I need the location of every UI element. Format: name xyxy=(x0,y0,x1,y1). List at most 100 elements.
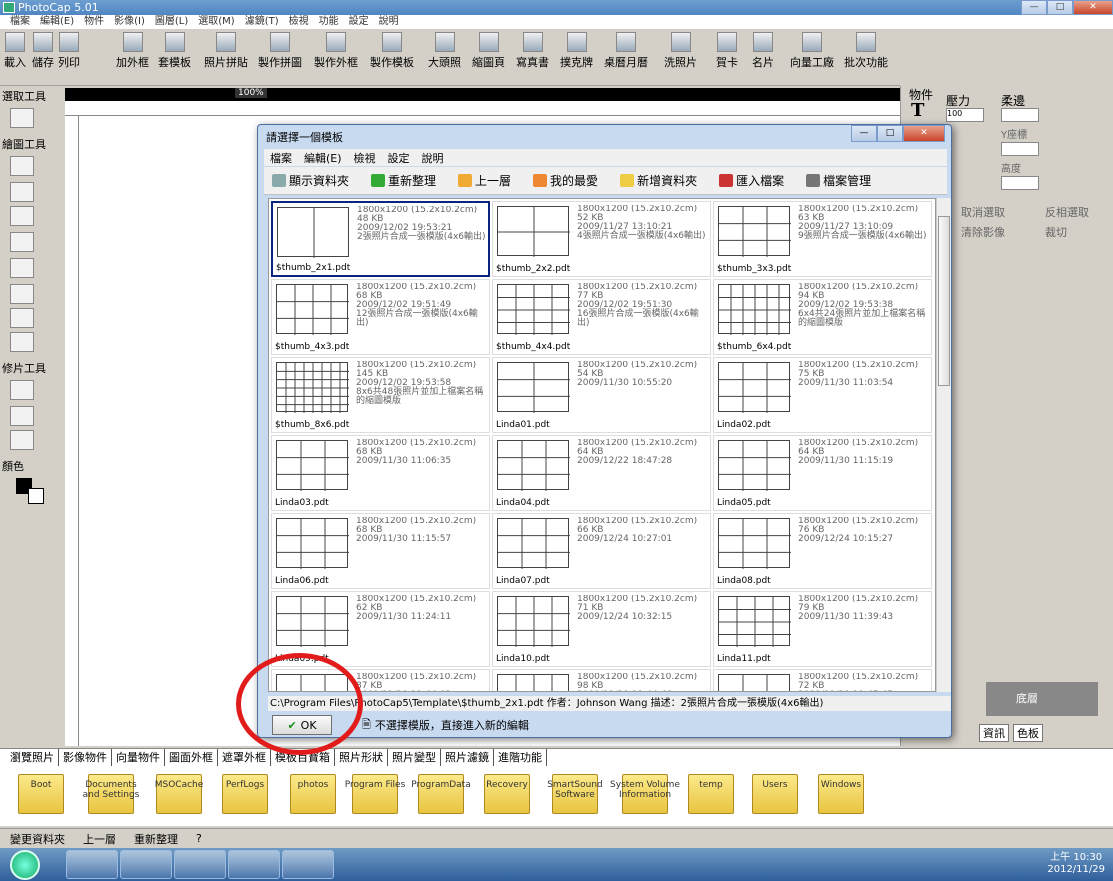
apply-template-button[interactable]: 套模板 xyxy=(158,32,191,70)
taskbar-app[interactable] xyxy=(120,850,172,879)
redeye-tool[interactable] xyxy=(10,380,34,400)
clear-image-button[interactable]: 清除影像 xyxy=(961,224,1005,240)
import-file-button[interactable]: 匯入檔案 xyxy=(719,172,784,189)
tab-advanced[interactable]: 進階功能 xyxy=(498,749,547,766)
pressure-input[interactable]: 100 xyxy=(946,108,984,122)
print-button[interactable]: 列印 xyxy=(58,32,80,70)
taskbar-photocap[interactable] xyxy=(228,850,280,879)
smudge-tool[interactable] xyxy=(10,406,34,426)
template-thumbnail[interactable]: 1800x1200 (15.2x10.2cm) 68 KB 2009/11/30 1… xyxy=(271,435,490,511)
dialog-menu-view[interactable]: 檢視 xyxy=(354,150,376,166)
dialog-menu-settings[interactable]: 設定 xyxy=(388,150,410,166)
menu-function[interactable]: 功能 xyxy=(319,15,339,29)
tab-photo-transform[interactable]: 照片變型 xyxy=(392,749,441,766)
menu-file[interactable]: 檔案 xyxy=(10,15,30,29)
zoom-value[interactable]: 100% xyxy=(235,88,267,98)
thumbnail-page-button[interactable]: 縮圖頁 xyxy=(472,32,505,70)
template-thumbnail[interactable]: 1800x1200 (15.2x10.2cm) 68 KB 2009/12/02 1… xyxy=(271,279,490,355)
tab-photo-filters[interactable]: 照片濾鏡 xyxy=(445,749,494,766)
template-thumbnail[interactable]: 1800x1200 (15.2x10.2cm)98 KB2009/11/30 1… xyxy=(492,669,711,691)
invert-select-button[interactable]: 反相選取 xyxy=(1045,204,1089,220)
business-card-button[interactable]: 名片 xyxy=(752,32,774,70)
dialog-minimize-button[interactable]: — xyxy=(851,125,877,142)
rect-select-tool[interactable] xyxy=(10,108,34,128)
template-thumbnail[interactable]: 1800x1200 (15.2x10.2cm) 68 KB 2009/11/30 1… xyxy=(271,513,490,589)
change-folder-button[interactable]: 變更資料夾 xyxy=(10,831,65,847)
menu-image[interactable]: 影像(I) xyxy=(114,15,145,29)
clock[interactable]: 上午 10:30 2012/11/29 xyxy=(1047,852,1105,876)
greeting-card-button[interactable]: 賀卡 xyxy=(716,32,738,70)
template-thumbnail[interactable]: 1800x1200 (15.2x10.2cm) 145 KB 2009/12/02 … xyxy=(271,357,490,433)
show-folders-button[interactable]: 顯示資料夾 xyxy=(272,172,349,189)
tab-photo-shapes[interactable]: 照片形狀 xyxy=(339,749,388,766)
template-thumbnail[interactable]: 1800x1200 (15.2x10.2cm) 77 KB 2009/12/02 1… xyxy=(492,279,711,355)
menu-filter[interactable]: 濾鏡(T) xyxy=(245,15,279,29)
new-folder-button[interactable]: 新增資料夾 xyxy=(620,172,697,189)
template-thumbnail[interactable]: 1800x1200 (15.2x10.2cm) 64 KB 2009/11/30 1… xyxy=(713,435,932,511)
refresh-dialog-button[interactable]: 重新整理 xyxy=(371,172,436,189)
softness-input[interactable] xyxy=(1001,108,1039,122)
up-folder-button[interactable]: 上一層 xyxy=(458,172,511,189)
menu-select[interactable]: 選取(M) xyxy=(198,15,234,29)
up-level-button[interactable]: 上一層 xyxy=(83,831,116,847)
dialog-menu-file[interactable]: 檔案 xyxy=(270,150,292,166)
template-thumbnail[interactable]: 1800x1200 (15.2x10.2cm) 76 KB 2009/12/24 1… xyxy=(713,513,932,589)
load-button[interactable]: 載入 xyxy=(4,32,26,70)
calendar-button[interactable]: 桌曆月曆 xyxy=(604,32,648,70)
stamp-tool[interactable] xyxy=(10,232,34,252)
crop-button[interactable]: 裁切 xyxy=(1045,224,1067,240)
scroll-thumb[interactable] xyxy=(938,216,950,386)
menu-help[interactable]: 說明 xyxy=(379,15,399,29)
clone-tool[interactable] xyxy=(10,430,34,450)
add-frame-button[interactable]: 加外框 xyxy=(116,32,149,70)
make-frame-button[interactable]: 製作外框 xyxy=(314,32,358,70)
menu-edit[interactable]: 編輯(E) xyxy=(40,15,74,29)
thumbnail-scrollbar[interactable] xyxy=(936,198,951,692)
template-thumbnail[interactable]: 1800x1200 (15.2x10.2cm) 48 KB 2009/12/02 1… xyxy=(271,201,490,277)
template-thumbnail[interactable]: 1800x1200 (15.2x10.2cm)72 KB2009/11/30 1… xyxy=(713,669,932,691)
tab-frames[interactable]: 圖面外框 xyxy=(169,749,218,766)
start-button[interactable] xyxy=(10,850,40,880)
template-thumbnail[interactable]: 1800x1200 (15.2x10.2cm) 75 KB 2009/11/30 1… xyxy=(713,357,932,433)
menu-layer[interactable]: 圖層(L) xyxy=(155,15,188,29)
tab-mask-frames[interactable]: 遮罩外框 xyxy=(222,749,271,766)
template-thumbnail[interactable]: 1800x1200 (15.2x10.2cm) 94 KB 2009/12/02 1… xyxy=(713,279,932,355)
save-button[interactable]: 儲存 xyxy=(32,32,54,70)
eyedropper-tool[interactable] xyxy=(10,308,34,328)
tab-color[interactable]: 色板 xyxy=(1013,724,1043,742)
template-thumbnail[interactable]: 1800x1200 (15.2x10.2cm) 66 KB 2009/12/24 1… xyxy=(492,513,711,589)
cancel-select-button[interactable]: 取消選取 xyxy=(961,204,1005,220)
menu-settings[interactable]: 設定 xyxy=(349,15,369,29)
make-template-button[interactable]: 製作模板 xyxy=(370,32,414,70)
photobook-button[interactable]: 寫真書 xyxy=(516,32,549,70)
fill-tool[interactable] xyxy=(10,258,34,278)
dialog-close-button[interactable]: ✕ xyxy=(903,125,945,142)
id-photo-button[interactable]: 大頭照 xyxy=(428,32,461,70)
template-thumbnail[interactable]: 1800x1200 (15.2x10.2cm) 54 KB 2009/11/30 1… xyxy=(492,357,711,433)
taskbar-word[interactable] xyxy=(282,850,334,879)
maximize-button[interactable]: □ xyxy=(1047,0,1073,15)
template-thumbnail[interactable]: 1800x1200 (15.2x10.2cm) 63 KB 2009/11/27 1… xyxy=(713,201,932,277)
close-button[interactable]: ✕ xyxy=(1073,0,1113,15)
menu-object[interactable]: 物件 xyxy=(84,15,104,29)
poker-button[interactable]: 撲克牌 xyxy=(560,32,593,70)
refresh-button[interactable]: 重新整理 xyxy=(134,831,178,847)
layer-thumbnail[interactable]: 底層 xyxy=(986,682,1098,716)
minimize-button[interactable]: — xyxy=(1021,0,1047,15)
tab-browse-photos[interactable]: 瀏覽照片 xyxy=(10,749,59,766)
template-thumbnail[interactable]: 1800x1200 (15.2x10.2cm) 64 KB 2009/12/22 1… xyxy=(492,435,711,511)
shape-tool[interactable] xyxy=(10,332,34,352)
favorites-button[interactable]: 我的最愛 xyxy=(533,172,598,189)
batch-button[interactable]: 批次功能 xyxy=(844,32,888,70)
puzzle-button[interactable]: 製作拼圖 xyxy=(258,32,302,70)
print-photo-button[interactable]: 洗照片 xyxy=(664,32,697,70)
eraser-tool[interactable] xyxy=(10,182,34,202)
height-input[interactable] xyxy=(1001,176,1039,190)
tab-info[interactable]: 資訊 xyxy=(979,724,1009,742)
dialog-menu-edit[interactable]: 編輯(E) xyxy=(304,150,342,166)
template-thumbnail[interactable]: 1800x1200 (15.2x10.2cm) 52 KB 2009/11/27 1… xyxy=(492,201,711,277)
ycoord-input[interactable] xyxy=(1001,142,1039,156)
taskbar-explorer[interactable] xyxy=(66,850,118,879)
taskbar-ie[interactable] xyxy=(174,850,226,879)
background-color-swatch[interactable] xyxy=(28,488,44,504)
